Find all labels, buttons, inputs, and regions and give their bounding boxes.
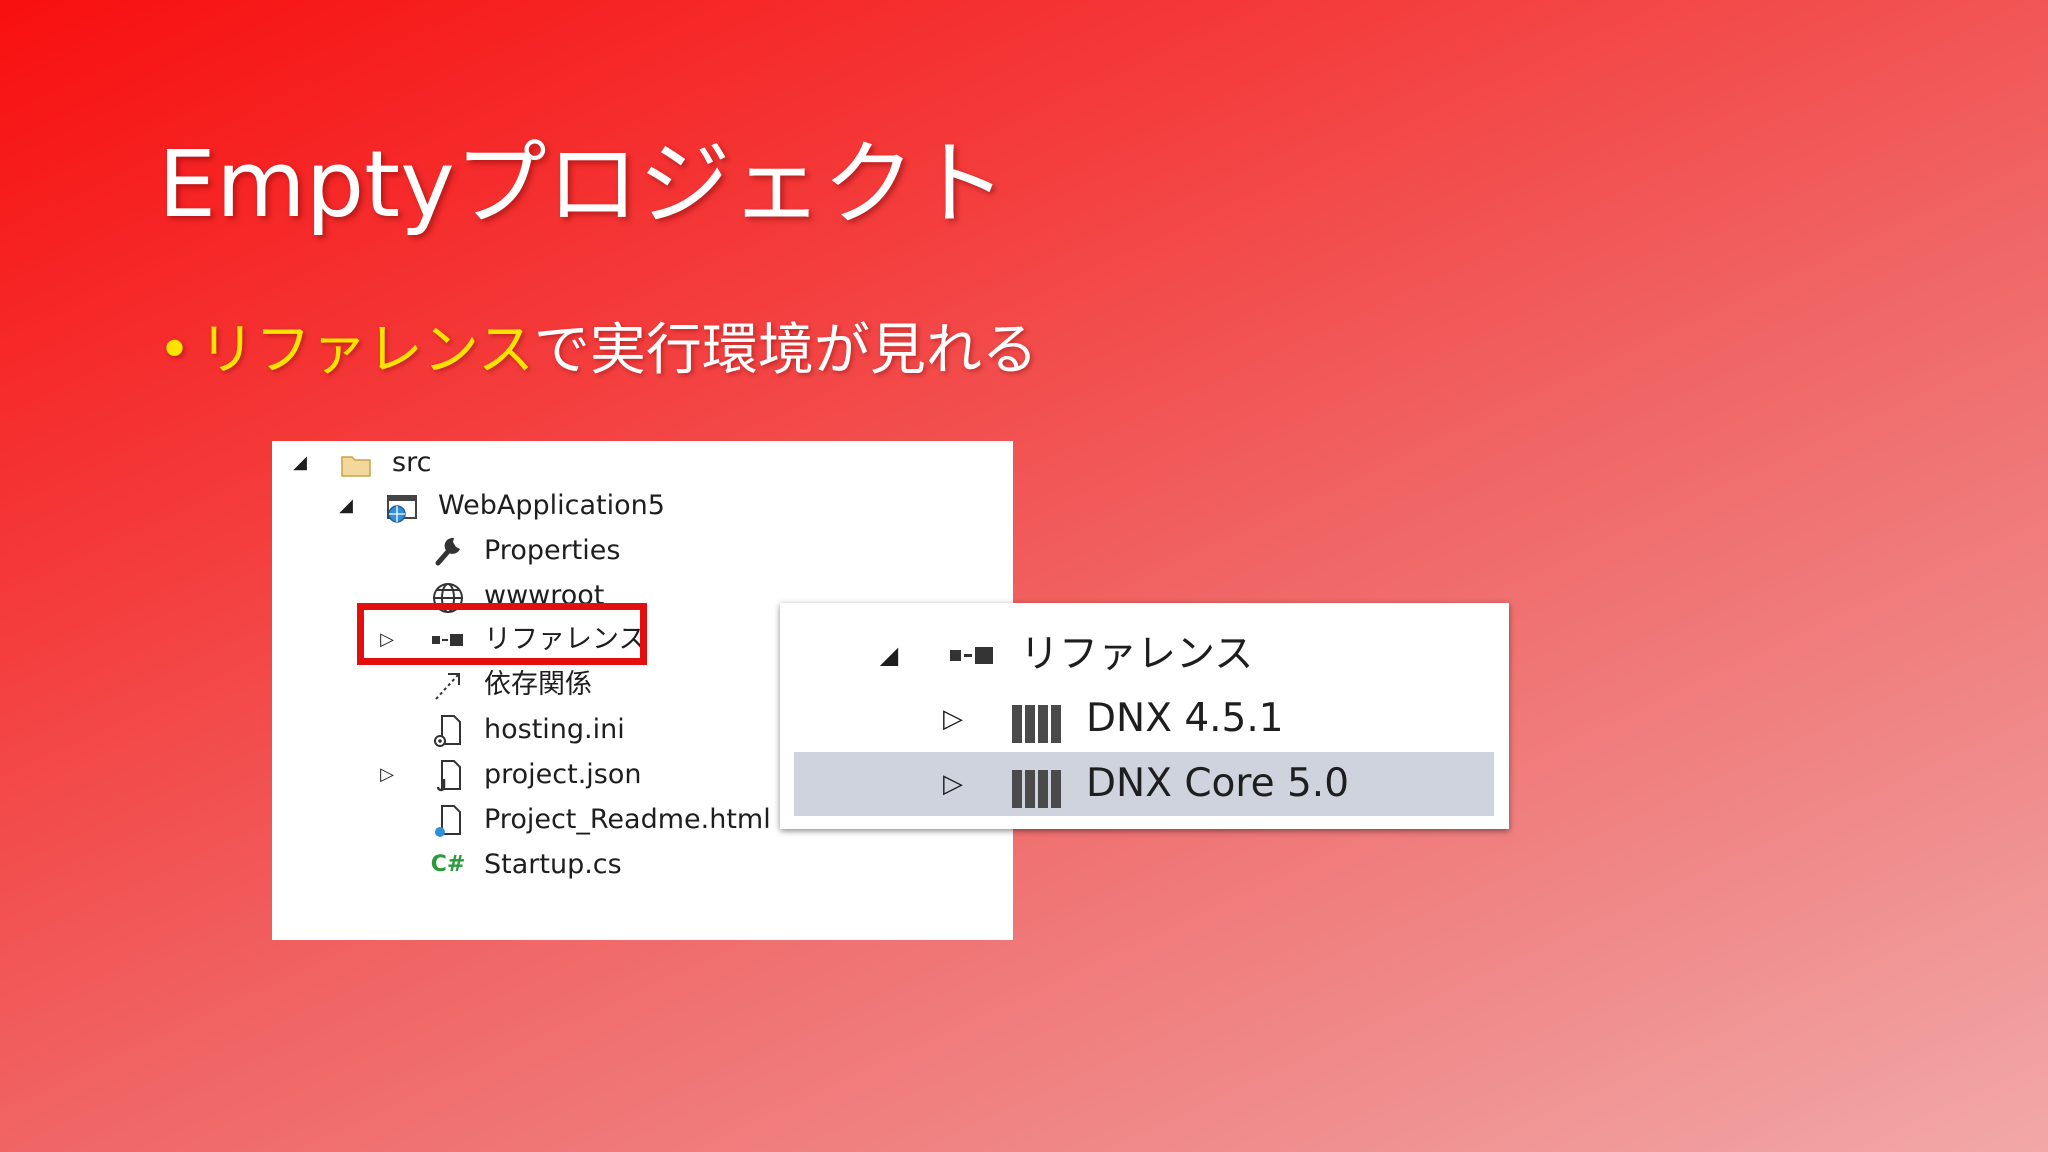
tree-label-project: WebApplication5 [438, 490, 665, 521]
zoom-references-node[interactable]: ◢ リファレンス [780, 623, 1509, 687]
zoom-item-dnx451[interactable]: ▷ DNX 4.5.1 [780, 687, 1509, 751]
tree-label-src: src [392, 447, 432, 478]
zoom-item-label: DNX 4.5.1 [1086, 696, 1284, 741]
expanded-arrow-icon[interactable]: ◢ [876, 623, 902, 687]
zoom-references-label: リファレンス [1020, 632, 1254, 677]
slide-title: Emptyプロジェクト [158, 131, 1007, 238]
bullet-highlight: リファレンス [199, 318, 534, 383]
bullet-text: で実行環境が見れる [533, 318, 1038, 383]
zoom-item-label: DNX Core 5.0 [1086, 761, 1350, 806]
expanded-arrow-icon[interactable]: ◢ [290, 441, 310, 485]
bullet-point: • リファレンスで実行環境が見れる [158, 305, 1038, 386]
csharp-file-icon: C# [430, 852, 466, 877]
expanded-arrow-icon[interactable]: ◢ [336, 484, 356, 528]
tree-label-dependencies: 依存関係 [484, 669, 592, 700]
collapsed-arrow-icon[interactable]: ▷ [940, 687, 966, 751]
json-file-icon [430, 753, 466, 797]
tree-label-hosting: hosting.ini [484, 714, 625, 745]
web-project-icon [382, 484, 418, 528]
html-file-icon [430, 798, 466, 842]
references-callout-box [357, 603, 647, 665]
references-zoom-panel: ◢ リファレンス ▷ DNX 4.5.1 ▷ DNX Core 5.0 [780, 603, 1509, 829]
bullet-dot: • [158, 318, 192, 383]
settings-file-icon [430, 708, 466, 752]
tree-label-readme: Project_Readme.html [484, 804, 771, 835]
tree-label-startup: Startup.cs [484, 849, 622, 880]
tree-label-properties: Properties [484, 535, 621, 566]
collapsed-arrow-icon[interactable]: ▷ [377, 753, 397, 797]
collapsed-arrow-icon[interactable]: ▷ [940, 752, 966, 816]
dependency-arrow-icon [430, 663, 466, 707]
zoom-item-dnxcore50[interactable]: ▷ DNX Core 5.0 [794, 752, 1494, 816]
folder-icon [338, 441, 374, 485]
wrench-icon [430, 529, 466, 573]
library-icon [1012, 764, 1061, 828]
tree-label-project-json: project.json [484, 759, 642, 790]
